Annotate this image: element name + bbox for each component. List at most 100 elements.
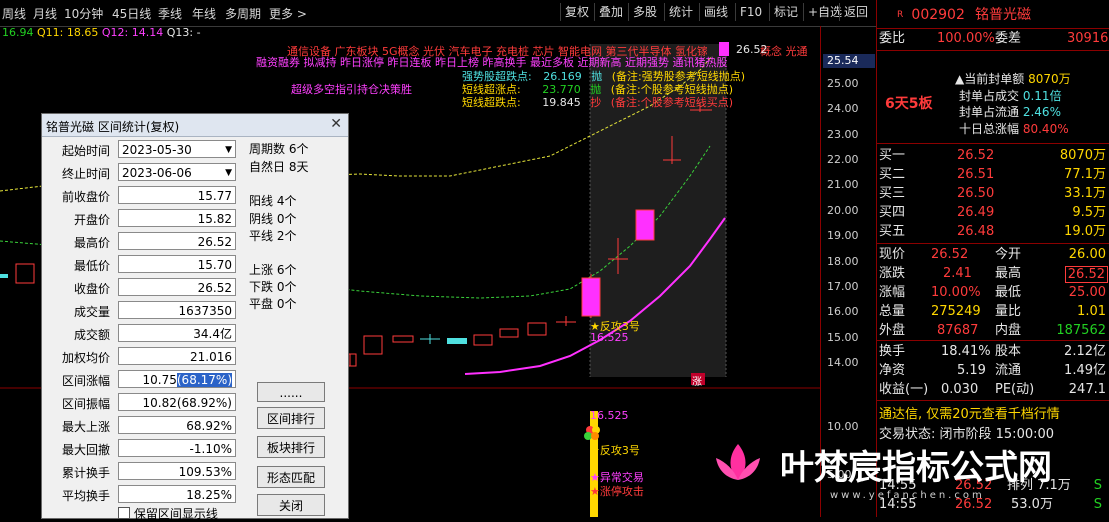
period-45day[interactable]: 45日线 xyxy=(112,5,151,22)
open-label: 开盘价 xyxy=(73,213,110,227)
interval-rank-button[interactable]: 区间排行 xyxy=(257,407,325,429)
btn-diejia[interactable]: 叠加 xyxy=(594,3,627,21)
weibi-row: 委比 100.00% 委差 30916 xyxy=(877,30,1109,48)
low-value: 15.70 xyxy=(118,255,236,273)
more-button[interactable]: ...... xyxy=(257,382,325,402)
prev-close-label: 前收盘价 xyxy=(61,190,110,204)
range-amplitude-value: 10.82(68.92%) xyxy=(118,393,236,411)
btn-tongji[interactable]: 统计 xyxy=(664,3,697,21)
stat-unchanged: 平盘 0个 xyxy=(249,297,297,311)
bid-row-1[interactable]: 买一 26.52 8070万 xyxy=(877,147,1109,165)
lotus-logo-icon xyxy=(716,444,760,480)
btn-biaoji[interactable]: 标记 xyxy=(769,3,802,21)
seal-info: ▲当前封单额 8070万 封单占成交 0.11倍 封单占流通 2.46% 十日总… xyxy=(955,72,1071,136)
stat-natural-days: 自然日 8天 xyxy=(249,160,309,174)
weibi-value: 100.00% xyxy=(937,31,995,46)
indicator-b: Q11: 18.65 xyxy=(37,26,99,39)
weicha-label: 委差 xyxy=(995,31,1022,46)
period-10min[interactable]: 10分钟 xyxy=(64,5,103,22)
watermark-url: www.yefanchen.com xyxy=(830,490,985,501)
sub-zhangting: ★涨停攻击 xyxy=(590,485,644,498)
tick-10: 10.00 xyxy=(827,420,859,433)
stat-up: 上涨 6个 xyxy=(249,263,297,277)
indicator-d: Q13: - xyxy=(166,26,201,39)
period-year[interactable]: 年线 xyxy=(192,5,216,22)
bid-row-2[interactable]: 买二 26.51 77.1万 xyxy=(877,166,1109,184)
btn-fanhui[interactable]: 返回 xyxy=(839,3,872,21)
dialog-titlebar[interactable]: 铭普光磁 区间统计(复权) ✕ xyxy=(42,114,348,137)
tick-14: 14.00 xyxy=(827,356,859,369)
sub-price: 16.525 xyxy=(590,409,629,422)
signal-row-3: 短线超跌点: 19.845 抄 (备注:个股参考短线买点) xyxy=(462,94,733,110)
seal-value-1: 0.11倍 xyxy=(1022,88,1062,103)
max-rise-label: 最大上涨 xyxy=(61,420,110,434)
indicator-a: 16.94 xyxy=(2,26,34,39)
close-value: 26.52 xyxy=(118,278,236,296)
tick-22: 22.00 xyxy=(827,153,859,166)
tick-25: 25.00 xyxy=(827,77,859,90)
row3-note: (备注:个股参考短线买点) xyxy=(610,96,734,109)
start-time-picker[interactable]: 2023-05-30 ▼ xyxy=(118,140,236,158)
stat-flat: 平线 2个 xyxy=(249,229,297,243)
btn-duogu[interactable]: 多股 xyxy=(628,3,661,21)
close-button[interactable]: 关闭 xyxy=(257,494,325,516)
volume-value: 1637350 xyxy=(118,301,236,319)
cum-turnover-label: 累计换手 xyxy=(61,466,110,480)
period-more[interactable]: 更多 > xyxy=(269,5,307,22)
pattern-match-button[interactable]: 形态匹配 xyxy=(257,466,325,488)
max-drawdown-label: 最大回撤 xyxy=(61,443,110,457)
amount-value: 34.4亿 xyxy=(118,324,236,342)
tick-15: 15.00 xyxy=(827,331,859,344)
tick-16: 16.00 xyxy=(827,305,859,318)
prev-close-value: 15.77 xyxy=(118,186,236,204)
tick-21: 21.00 xyxy=(827,178,859,191)
range-change-label: 区间涨幅 xyxy=(61,374,110,388)
range-change-selected: (68.17%) xyxy=(176,373,232,387)
seal-value-2: 2.46% xyxy=(1022,105,1061,119)
period-month[interactable]: 月线 xyxy=(33,5,57,22)
avg-turnover-value: 18.25% xyxy=(118,485,236,503)
bid-row-4[interactable]: 买四 26.49 9.5万 xyxy=(877,204,1109,222)
period-week[interactable]: 周线 xyxy=(2,5,26,22)
volume-label: 成交量 xyxy=(73,305,110,319)
stat-yin: 阴线 0个 xyxy=(249,212,297,226)
seal-value-0: 8070万 xyxy=(1028,72,1071,86)
current-price-tag: 25.54 xyxy=(823,54,875,68)
promo-link[interactable]: 通达信, 仅需20元查看千档行情 xyxy=(879,403,1060,422)
end-time-label: 终止时间 xyxy=(61,167,110,181)
vwap-value: 21.016 xyxy=(118,347,236,365)
tick-18: 18.00 xyxy=(827,255,859,268)
sub-fangong-label: 反攻3号 xyxy=(599,444,640,457)
keep-range-label: 保留区间显示线 xyxy=(133,507,218,521)
tick-24: 24.00 xyxy=(827,102,859,115)
seal-label-1: 封单占成交 xyxy=(959,88,1020,103)
multi-empty-label: 超级多空指引持仓决策胜 xyxy=(291,83,412,96)
indicator-c: Q12: 14.14 xyxy=(101,26,164,39)
row3-label: 短线超跌点: xyxy=(462,96,521,109)
weibi-label: 委比 xyxy=(879,31,906,46)
btn-fuquan[interactable]: 复权 xyxy=(560,3,593,21)
max-drawdown-value: -1.10% xyxy=(118,439,236,457)
bid-row-5[interactable]: 买五 26.48 19.0万 xyxy=(877,223,1109,241)
keep-range-line-option[interactable]: 保留区间显示线 xyxy=(118,505,218,522)
sector-rank-button[interactable]: 板块排行 xyxy=(257,436,325,458)
chevron-down-icon[interactable]: ▼ xyxy=(225,164,232,182)
bid-row-3[interactable]: 买三 26.50 33.1万 xyxy=(877,185,1109,203)
tick-19: 19.00 xyxy=(827,229,859,242)
keep-range-checkbox[interactable] xyxy=(118,507,130,519)
end-time-picker[interactable]: 2023-06-06 ▼ xyxy=(118,163,236,181)
zhang-marker: 涨 xyxy=(692,377,702,388)
dialog-title: 铭普光磁 区间统计(复权) xyxy=(46,120,180,134)
amount-label: 成交额 xyxy=(73,328,110,342)
seal-label-2: 封单占流通 xyxy=(959,105,1020,119)
chevron-down-icon[interactable]: ▼ xyxy=(225,141,232,159)
start-time-value: 2023-05-30 xyxy=(122,143,192,157)
btn-f10[interactable]: F10 xyxy=(735,3,766,21)
close-icon[interactable]: ✕ xyxy=(330,116,342,132)
period-quarter[interactable]: 季线 xyxy=(158,5,182,22)
btn-huaxian[interactable]: 画线 xyxy=(699,3,732,21)
top-toolbar: 周线 月线 10分钟 45日线 季线 年线 多周期 更多 > 复权 叠加 多股 … xyxy=(0,0,876,27)
stock-name: 铭普光磁 xyxy=(975,7,1031,23)
period-multi[interactable]: 多周期 xyxy=(225,5,261,22)
tick-17: 17.00 xyxy=(827,280,859,293)
